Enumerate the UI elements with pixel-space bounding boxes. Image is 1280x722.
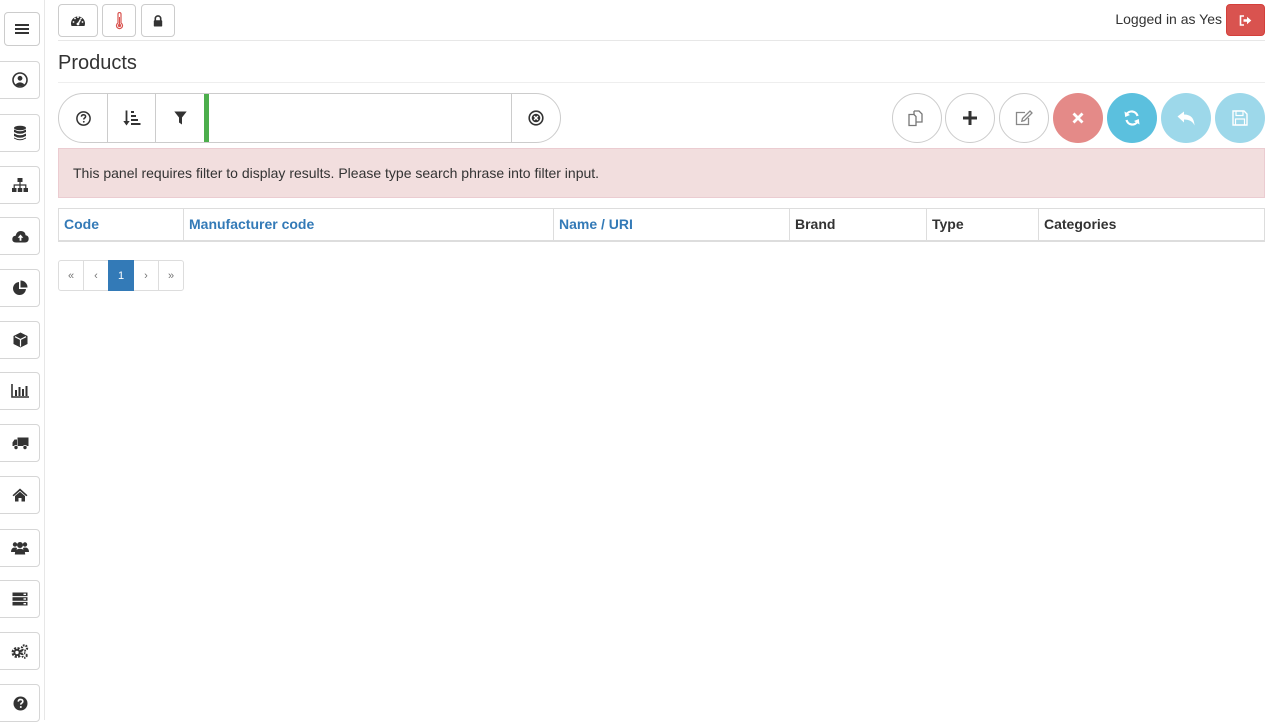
help-button[interactable]: [59, 94, 107, 142]
filter-required-alert: This panel requires filter to display re…: [58, 148, 1265, 198]
top-bar: Logged in as Yes: [58, 0, 1265, 41]
dashboard-icon: [70, 14, 86, 27]
edit-icon: [1015, 110, 1033, 126]
dashboard-button[interactable]: [58, 4, 98, 37]
sidebar: [0, 0, 45, 722]
sidebar-item-settings[interactable]: [0, 632, 40, 670]
cube-icon: [13, 332, 28, 348]
sidebar-item-sitemap[interactable]: [0, 166, 40, 204]
cogs-icon: [11, 643, 29, 659]
server-icon: [12, 592, 28, 606]
database-icon: [13, 125, 27, 141]
add-button[interactable]: [945, 93, 995, 143]
filter-button[interactable]: [156, 94, 204, 142]
sidebar-item-shipping[interactable]: [0, 424, 40, 462]
sidebar-item-users-account[interactable]: [0, 61, 40, 99]
sitemap-icon: [12, 178, 28, 192]
temperature-button[interactable]: [102, 4, 136, 37]
cloud-upload-icon: [11, 230, 29, 243]
column-header-brand: Brand: [789, 208, 927, 242]
page-last-button[interactable]: »: [158, 260, 184, 291]
home-icon: [12, 488, 28, 502]
page-title: Products: [58, 52, 137, 74]
sort-button[interactable]: [108, 94, 156, 142]
sidebar-item-reports[interactable]: [0, 372, 40, 410]
undo-button[interactable]: [1161, 93, 1211, 143]
logout-button[interactable]: [1226, 4, 1265, 36]
page-current[interactable]: 1: [108, 260, 134, 291]
refresh-icon: [1123, 109, 1141, 127]
copy-button[interactable]: [892, 93, 942, 143]
sign-out-icon: [1239, 14, 1252, 26]
table-header-row: Code Manufacturer code Name / URI Brand …: [58, 208, 1265, 242]
title-divider: [58, 82, 1265, 83]
column-header-categories: Categories: [1038, 208, 1265, 242]
times-icon: [1072, 112, 1084, 124]
sidebar-item-home[interactable]: [0, 476, 40, 514]
bar-chart-icon: [11, 384, 29, 398]
sidebar-item-help[interactable]: [0, 684, 40, 722]
save-icon: [1232, 110, 1248, 126]
page-first-button[interactable]: «: [58, 260, 84, 291]
sidebar-item-upload[interactable]: [0, 217, 40, 255]
pagination: « ‹ 1 › »: [58, 260, 184, 291]
column-header-name-uri[interactable]: Name / URI: [553, 208, 790, 242]
alert-message: This panel requires filter to display re…: [73, 165, 600, 181]
truck-icon: [12, 437, 29, 450]
column-header-type: Type: [926, 208, 1039, 242]
lock-icon: [153, 14, 163, 27]
filter-toolbar: [58, 93, 561, 143]
users-icon: [11, 541, 29, 555]
sidebar-toggle-button[interactable]: [4, 12, 40, 46]
thermometer-icon: [115, 11, 124, 30]
page-prev-button[interactable]: ‹: [83, 260, 109, 291]
sidebar-item-servers[interactable]: [0, 580, 40, 618]
question-circle-icon: [75, 110, 91, 126]
user-circle-icon: [12, 72, 28, 88]
sidebar-item-database[interactable]: [0, 114, 40, 152]
bars-icon: [15, 23, 29, 35]
logged-in-label: Logged in as Yes: [1115, 11, 1222, 27]
question-circle-icon: [13, 696, 28, 711]
plus-icon: [963, 111, 977, 125]
clear-filter-button[interactable]: [512, 94, 560, 142]
lock-button[interactable]: [141, 4, 175, 37]
column-header-manufacturer-code[interactable]: Manufacturer code: [183, 208, 554, 242]
edit-button[interactable]: [999, 93, 1049, 143]
copy-icon: [908, 109, 926, 127]
products-table: Code Manufacturer code Name / URI Brand …: [58, 208, 1265, 242]
sort-amount-icon: [123, 110, 141, 126]
sidebar-item-products[interactable]: [0, 321, 40, 359]
filter-icon: [173, 111, 187, 125]
sidebar-item-statistics[interactable]: [0, 269, 40, 307]
table-header: Code Manufacturer code Name / URI Brand …: [58, 208, 1265, 242]
reply-icon: [1177, 111, 1195, 126]
filter-input[interactable]: [204, 94, 511, 142]
column-header-code[interactable]: Code: [58, 208, 184, 242]
save-button[interactable]: [1215, 93, 1265, 143]
page-next-button[interactable]: ›: [133, 260, 159, 291]
sidebar-item-customers[interactable]: [0, 529, 40, 567]
pie-chart-icon: [12, 280, 28, 296]
delete-button[interactable]: [1053, 93, 1103, 143]
refresh-button[interactable]: [1107, 93, 1157, 143]
times-circle-icon: [528, 110, 544, 126]
